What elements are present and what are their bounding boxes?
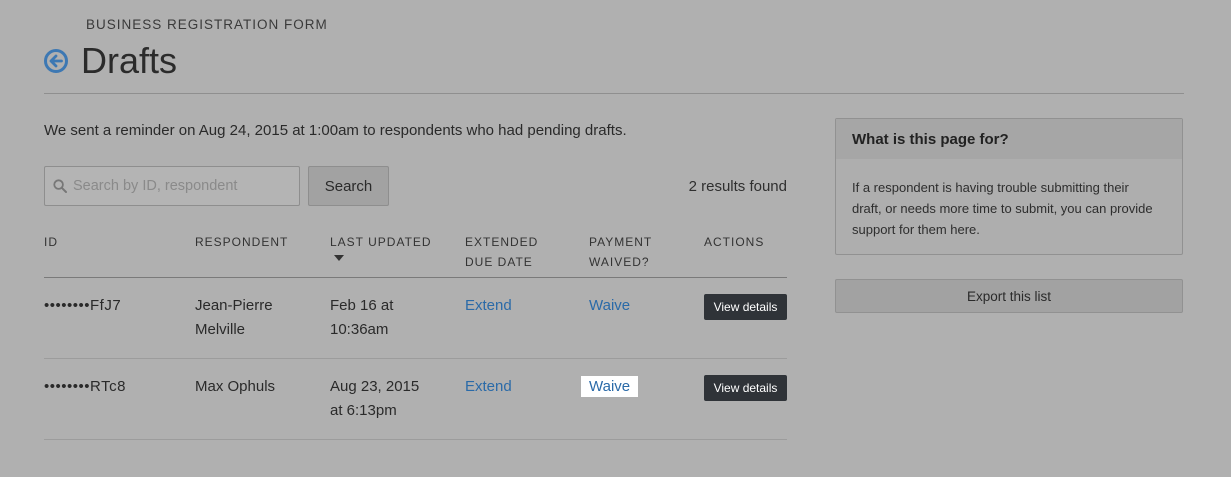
form-eyebrow: BUSINESS REGISTRATION FORM	[86, 17, 328, 32]
row-last-updated: Feb 16 at 10:36am	[330, 294, 393, 342]
help-panel-title: What is this page for?	[836, 119, 1182, 159]
updated-line1: Feb 16 at	[330, 297, 394, 314]
arrow-circle-left-icon[interactable]	[43, 48, 69, 74]
col-header-extended-line1: EXTENDED	[465, 235, 539, 249]
col-header-actions: ACTIONS	[704, 235, 765, 249]
col-header-payment-line2: WAIVED?	[589, 255, 650, 269]
row-id: ••••••••RTc8	[44, 378, 126, 395]
search-input[interactable]	[73, 178, 283, 194]
updated-line2: at 6:13pm	[330, 402, 397, 419]
page-title: Drafts	[81, 40, 178, 81]
row-id: ••••••••FfJ7	[44, 297, 122, 314]
row-respondent: Max Ophuls	[195, 375, 275, 399]
col-header-payment-line1: PAYMENT	[589, 235, 653, 249]
sort-descending-icon[interactable]	[334, 255, 344, 261]
help-line: support for them here.	[852, 222, 980, 237]
col-header-id[interactable]: ID	[44, 232, 58, 252]
updated-line1: Aug 23, 2015	[330, 378, 420, 395]
waive-link[interactable]: Waive	[589, 294, 630, 318]
search-field[interactable]	[44, 166, 300, 206]
help-line: If a respondent is having trouble submit…	[852, 180, 1129, 195]
reminder-message: We sent a reminder on Aug 24, 2015 at 1:…	[44, 122, 627, 139]
row-divider	[44, 439, 787, 440]
respondent-line1: Max Ophuls	[195, 378, 276, 395]
search-icon	[53, 179, 67, 193]
search-button[interactable]: Search	[308, 166, 389, 206]
extend-link[interactable]: Extend	[465, 375, 512, 399]
view-details-button[interactable]: View details	[704, 375, 787, 401]
row-divider	[44, 358, 787, 359]
waive-cell: Waive	[581, 375, 639, 399]
help-line: draft, or needs more time to submit, you…	[852, 201, 1153, 216]
respondent-line1: Jean-Pierre	[195, 297, 273, 314]
col-header-extended-line2: DUE DATE	[465, 255, 533, 269]
export-list-button[interactable]: Export this list	[835, 279, 1183, 313]
col-header-payment-waived[interactable]: PAYMENT WAIVED?	[589, 232, 652, 272]
row-respondent: Jean-Pierre Melville	[195, 294, 273, 342]
updated-line2: 10:36am	[330, 321, 389, 338]
results-count: 2 results found	[688, 178, 787, 195]
extend-link[interactable]: Extend	[465, 294, 512, 318]
header-divider	[44, 93, 1184, 94]
row-last-updated: Aug 23, 2015 at 6:13pm	[330, 375, 419, 423]
view-details-button[interactable]: View details	[704, 294, 787, 320]
waive-link-highlighted[interactable]: Waive	[581, 376, 639, 397]
table-header-divider	[44, 277, 787, 278]
col-header-extended-due-date[interactable]: EXTENDED DUE DATE	[465, 232, 538, 272]
help-panel-body: If a respondent is having trouble submit…	[836, 159, 1182, 258]
help-panel: What is this page for? If a respondent i…	[835, 118, 1183, 255]
respondent-line2: Melville	[195, 321, 246, 338]
col-header-last-updated[interactable]: LAST UPDATED	[330, 232, 432, 252]
title-row: Drafts	[43, 40, 177, 82]
col-header-respondent[interactable]: RESPONDENT	[195, 232, 288, 252]
